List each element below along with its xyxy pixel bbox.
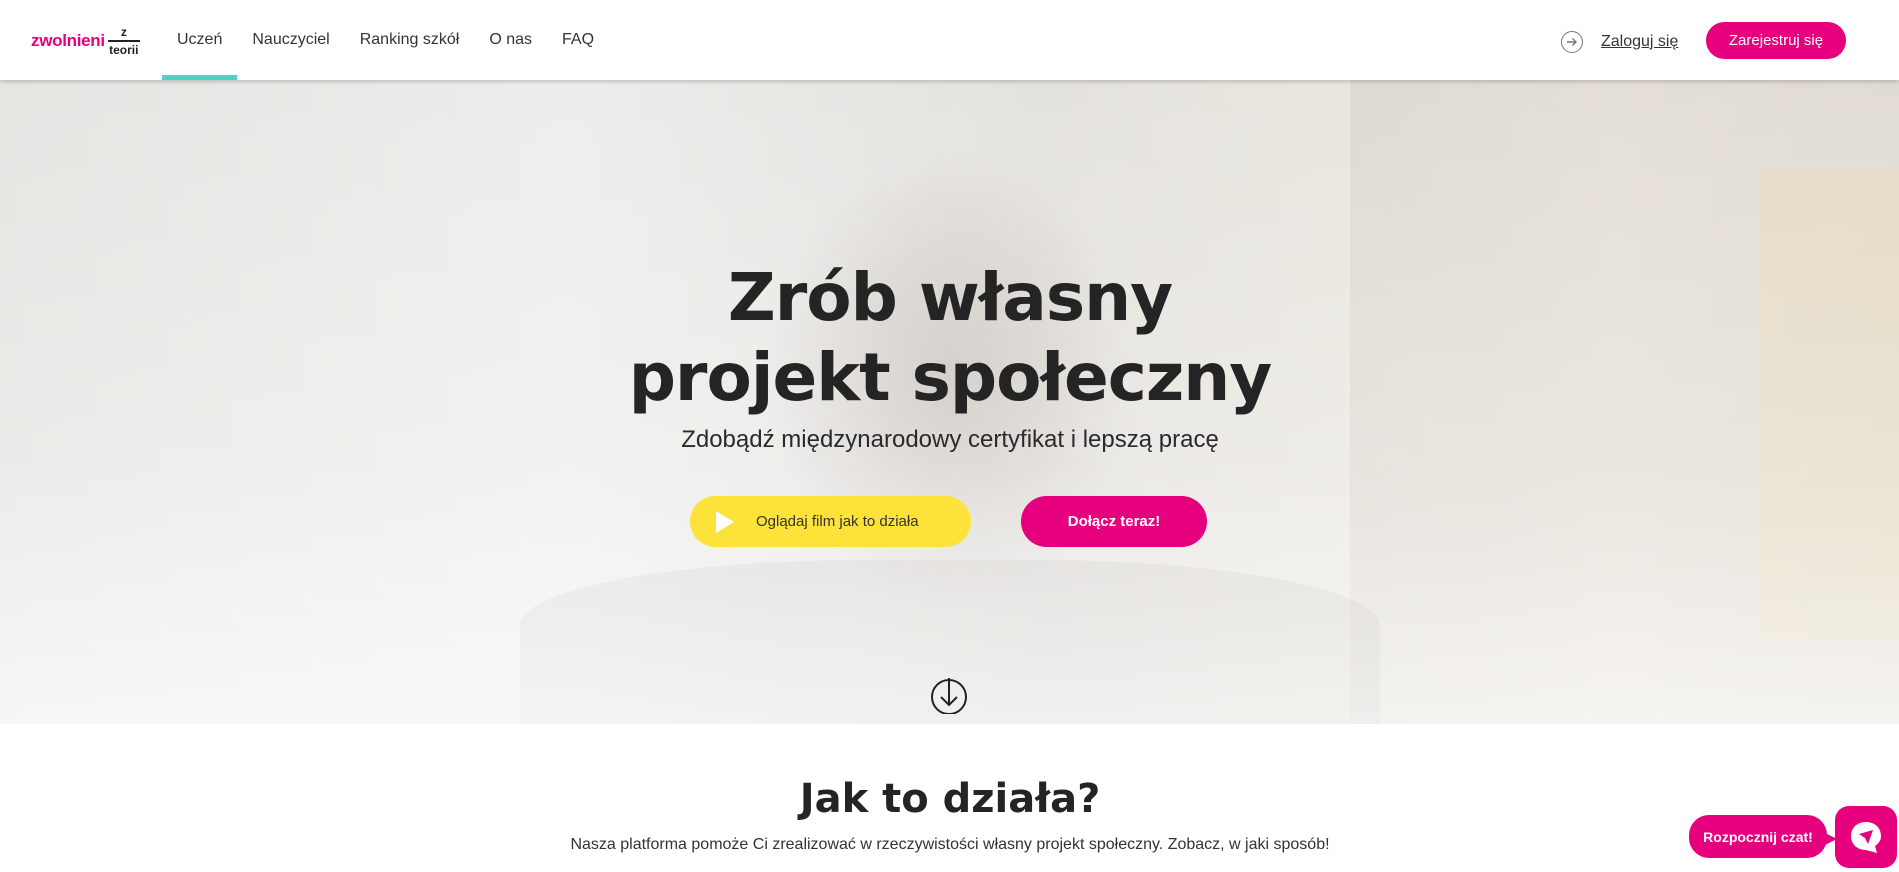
logo-z: z: [120, 25, 127, 39]
logo[interactable]: zwolnieni z teorii: [31, 26, 140, 56]
chat-icon[interactable]: [1835, 806, 1897, 868]
watch-video-button[interactable]: Oglądaj film jak to działa: [690, 496, 971, 547]
nav-item-label: Uczeń: [177, 31, 223, 48]
how-it-works-title: Jak to działa?: [799, 776, 1101, 822]
hero-title-line2: projekt społeczny: [628, 339, 1273, 416]
login-label: Zaloguj się: [1601, 33, 1679, 50]
play-icon: [716, 510, 734, 533]
login-arrow-icon: [1561, 31, 1583, 53]
logo-divider: [107, 40, 140, 42]
register-button[interactable]: Zarejestruj się: [1706, 22, 1846, 59]
nav-item-o-nas[interactable]: O nas: [474, 0, 547, 80]
nav-item-label: Ranking szkół: [359, 31, 460, 48]
logo-teorii: teorii: [109, 43, 139, 57]
nav-item-ranking[interactable]: Ranking szkół: [345, 0, 475, 80]
chat-bubble-icon: [1851, 822, 1881, 853]
hero-subtitle: Zdobądź międzynarodowy certyfikat i leps…: [681, 426, 1219, 453]
hero-title: Zrób własny projekt społeczny: [560, 258, 1340, 418]
nav-item-label: FAQ: [562, 31, 595, 48]
join-now-button[interactable]: Dołącz teraz!: [1021, 496, 1207, 547]
start-chat-button[interactable]: Rozpocznij czat!: [1689, 815, 1837, 858]
main-nav: Uczeń Nauczyciel Ranking szkół O nas FAQ: [162, 0, 609, 80]
hero-section: Zrób własny projekt społeczny Zdobądź mi…: [0, 80, 1899, 724]
nav-item-label: O nas: [489, 31, 533, 48]
login-link[interactable]: Zaloguj się: [1561, 31, 1678, 53]
how-it-works-description: Nasza platforma pomoże Ci zrealizować w …: [570, 836, 1330, 853]
scroll-down-icon[interactable]: [930, 676, 968, 714]
nav-item-uczen[interactable]: Uczeń: [162, 0, 238, 80]
nav-item-faq[interactable]: FAQ: [547, 0, 609, 80]
hero-title-line1: Zrób własny: [727, 259, 1173, 336]
site-header: zwolnieni z teorii Uczeń Nauczyciel Rank…: [0, 0, 1899, 80]
watch-video-label: Oglądaj film jak to działa: [756, 513, 919, 530]
nav-item-nauczyciel[interactable]: Nauczyciel: [237, 0, 344, 80]
logo-text: zwolnieni: [31, 31, 105, 50]
nav-item-label: Nauczyciel: [252, 31, 330, 48]
logo-stack: z teorii: [107, 25, 140, 57]
